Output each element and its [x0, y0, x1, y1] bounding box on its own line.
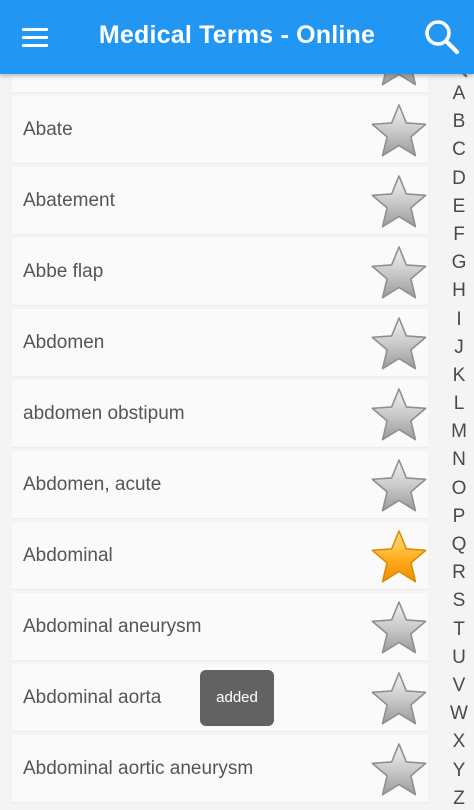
favorite-star-icon[interactable] [368, 100, 430, 162]
term-label: Abdomen [23, 332, 105, 353]
term-label: Abatement [23, 190, 115, 211]
alphabet-letter[interactable]: C [444, 136, 474, 164]
favorite-star-icon[interactable] [368, 313, 430, 375]
term-label: Abdominal aneurysm [23, 616, 202, 637]
term-label: Abdominal [23, 545, 113, 566]
alphabet-letter[interactable]: B [444, 108, 474, 136]
favorite-star-icon[interactable] [368, 171, 430, 233]
alphabet-letter[interactable]: V [444, 672, 474, 700]
alphabet-letter[interactable]: T [444, 616, 474, 644]
term-label: Abdominal aorta [23, 687, 162, 708]
alphabet-letter[interactable]: W [444, 700, 474, 728]
alphabet-letter[interactable]: Y [444, 757, 474, 785]
favorite-star-icon[interactable] [368, 597, 430, 659]
alphabet-letter[interactable]: S [444, 587, 474, 615]
alphabet-letter[interactable]: E [444, 193, 474, 221]
list-item[interactable]: Abbe flap [12, 238, 428, 306]
alphabet-letter[interactable]: M [444, 418, 474, 446]
list-item[interactable]: Abate [12, 96, 428, 164]
term-label: abdomen obstipum [23, 403, 185, 424]
alphabet-letter[interactable]: Q [444, 531, 474, 559]
search-icon[interactable] [418, 14, 466, 62]
alphabet-letter[interactable]: H [444, 277, 474, 305]
list-item[interactable]: Abdominal aortic aneurysm [12, 735, 428, 803]
list-item[interactable] [12, 74, 428, 93]
alphabet-letter[interactable]: J [444, 334, 474, 362]
alphabet-letter[interactable]: N [444, 446, 474, 474]
favorite-star-icon[interactable] [368, 455, 430, 517]
list-item[interactable]: Abdominal [12, 522, 428, 590]
alphabet-letter[interactable]: L [444, 390, 474, 418]
toast-message: added [200, 670, 274, 726]
alphabet-letter[interactable]: X [444, 728, 474, 756]
alphabet-letter[interactable]: F [444, 221, 474, 249]
favorite-star-icon[interactable] [368, 74, 430, 91]
favorite-star-icon[interactable] [368, 668, 430, 730]
list-item[interactable]: Abdominal aneurysm [12, 593, 428, 661]
alphabet-index: ABCDEFGHIJKLMNOPQRSTUVWXYZ [444, 52, 474, 810]
alphabet-letter[interactable]: O [444, 475, 474, 503]
list-item[interactable]: Abdomen, acute [12, 451, 428, 519]
favorite-star-icon[interactable] [368, 739, 430, 801]
alphabet-letter[interactable]: R [444, 559, 474, 587]
app-bar: Medical Terms - Online [0, 0, 474, 74]
alphabet-letter[interactable]: I [444, 306, 474, 334]
alphabet-letter[interactable]: K [444, 362, 474, 390]
term-label: Abate [23, 119, 73, 140]
alphabet-letter[interactable]: G [444, 249, 474, 277]
list-item[interactable]: Abdomen [12, 309, 428, 377]
alphabet-letter[interactable]: U [444, 644, 474, 672]
alphabet-letter[interactable]: Z [444, 785, 474, 810]
favorite-star-icon-active[interactable] [368, 526, 430, 588]
term-label: Abdomen, acute [23, 474, 162, 495]
list-item[interactable]: Abatement [12, 167, 428, 235]
app-title: Medical Terms - Online [98, 21, 376, 49]
favorite-star-icon[interactable] [368, 242, 430, 304]
term-label: Abdominal aortic aneurysm [23, 758, 254, 779]
alphabet-letters: ABCDEFGHIJKLMNOPQRSTUVWXYZ [444, 80, 474, 810]
alphabet-letter[interactable]: P [444, 503, 474, 531]
favorite-star-icon[interactable] [368, 384, 430, 446]
alphabet-letter[interactable]: D [444, 165, 474, 193]
list-item[interactable]: abdomen obstipum [12, 380, 428, 448]
term-label: Abbe flap [23, 261, 104, 282]
alphabet-letter[interactable]: A [444, 80, 474, 108]
